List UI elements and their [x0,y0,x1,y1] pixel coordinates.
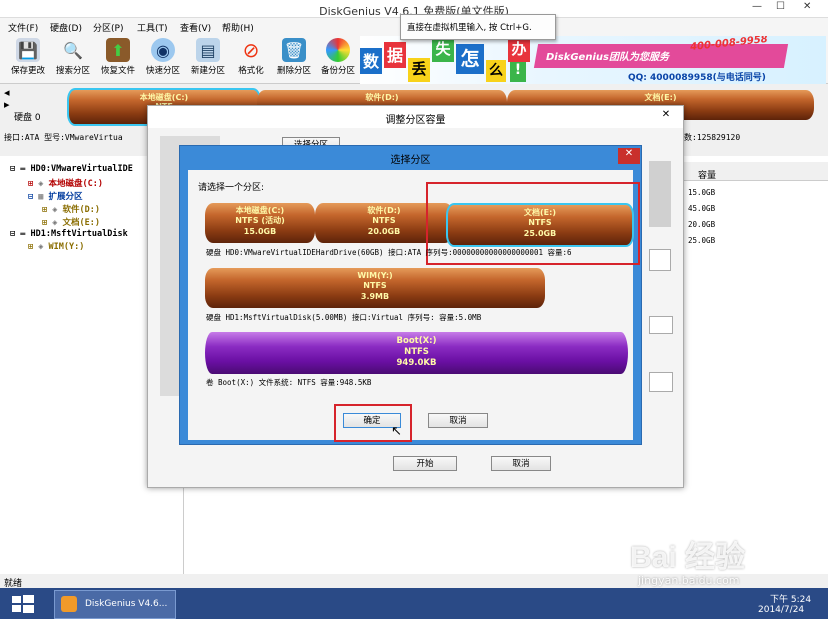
partition-table-panel: 容量 15.0GB 45.0GB 20.0GB 25.0GB [684,156,828,456]
select-dialog-title: 选择分区 [390,155,431,166]
menu-tools[interactable]: 工具(T) [137,21,168,34]
partition-y-option[interactable]: WIM(Y:) NTFS 3.9MB [205,268,545,308]
disc-icon: ◉ [151,38,175,62]
minimize-button[interactable]: — [752,1,762,12]
select-partition-dialog: 选择分区 ✕ 请选择一个分区: 本地磁盘(C:) NTFS (活动) 15.0G… [179,145,642,445]
recover-files-button[interactable]: ⬆ 恢复文件 [96,38,140,76]
disk-label: 硬盘 0 [14,113,41,123]
capacity-cell: 15.0GB [688,188,716,197]
close-button[interactable]: ✕ [803,1,811,12]
new-partition-button[interactable]: ▤ 新建分区 [186,38,230,76]
backup-partition-button[interactable]: 备份分区 [316,38,360,76]
search-partition-button[interactable]: 🔍 搜索分区 [51,38,95,77]
outer-cancel-button[interactable]: 取消 [491,456,551,471]
capacity-cell: 25.0GB [688,236,716,245]
maximize-button[interactable]: ☐ [776,1,785,12]
menu-view[interactable]: 查看(V) [180,21,211,34]
start-button[interactable]: 开始 [393,456,457,471]
tree-item-hd0[interactable]: ⊟ ▬ HD0:VMwareVirtualIDE [10,164,133,174]
delete-partition-button[interactable]: 🗑 删除分区 [272,38,316,76]
capacity-header: 容量 [698,171,717,181]
volume-info: 卷 Boot(X:) 文件系统: NTFS 容量:948.5KB [206,378,372,387]
start-windows-icon[interactable] [8,593,36,615]
tree-item-y[interactable]: ⊞ ◈ WIM(Y:) [28,242,84,252]
format-button[interactable]: ⊘ 格式化 [229,38,273,76]
tree-item-hd1[interactable]: ⊟ ▬ HD1:MsftVirtualDisk [10,229,128,239]
side-select[interactable] [649,316,673,334]
taskbar: DiskGenius V4.6... 下午 5:24 2014/7/24 [0,588,828,619]
clock-time: 下午 5:24 [770,595,812,605]
resize-dialog-title: 调整分区容量 [148,106,683,128]
capacity-cell: 45.0GB [688,204,716,213]
menu-file[interactable]: 文件(F) [8,21,38,34]
capacity-cell: 20.0GB [688,220,716,229]
search-icon: 🔍 [63,40,83,60]
side-input[interactable] [649,249,671,271]
menu-help[interactable]: 帮助(H) [222,21,254,34]
tree-item-e[interactable]: ⊞ ◈ 文档(E:) [42,216,100,228]
side-field[interactable] [649,372,673,392]
next-disk-arrow[interactable]: ▸ [4,98,10,111]
tree-item-extended[interactable]: ⊟ ▦ 扩展分区 [28,190,83,202]
menu-partition[interactable]: 分区(P) [93,21,123,34]
save-changes-button[interactable]: 💾 保存更改 [6,38,50,76]
tree-item-d[interactable]: ⊞ ◈ 软件(D:) [42,203,100,215]
select-dialog-body: 请选择一个分区: 本地磁盘(C:) NTFS (活动) 15.0GB 软件(D:… [188,170,640,442]
select-prompt: 请选择一个分区: [198,183,265,193]
mouse-cursor-icon: ↖ [391,424,402,439]
volume-boot-option[interactable]: Boot(X:) NTFS 949.0KB [205,332,628,374]
trash-icon: 🗑 [282,38,306,62]
taskbar-app-button[interactable]: DiskGenius V4.6... [54,590,176,619]
format-icon: ⊘ [242,38,260,62]
backup-icon [326,38,350,62]
tree-item-c[interactable]: ⊞ ◈ 本地磁盘(C:) [28,177,103,189]
select-dialog-close-button[interactable]: ✕ [618,148,640,164]
resize-dialog-close-button[interactable]: ✕ [655,109,677,125]
save-icon: 💾 [16,38,40,62]
disk-sectors-info: 数:125829120 [684,133,741,142]
tooltip: 直接在虚拟机里输入, 按 Ctrl+G. [400,14,556,40]
disk0-info: 硬盘 HD0:VMwareVirtualIDEHardDrive(60GB) 接… [206,248,572,257]
inner-cancel-button[interactable]: 取消 [428,413,488,428]
disk1-info: 硬盘 HD1:MsftVirtualDisk(5.00MB) 接口:Virtua… [206,313,482,322]
partition-c-option[interactable]: 本地磁盘(C:) NTFS (活动) 15.0GB [205,203,315,243]
diskgenius-icon [61,596,77,612]
new-disk-icon: ▤ [196,38,220,62]
quick-partition-button[interactable]: ◉ 快速分区 [141,38,185,76]
clock-date: 2014/7/24 [758,605,805,615]
ad-banner[interactable]: 数 据 丢 失 怎 么 办 ! DiskGenius团队为您服务 400-008… [360,36,826,84]
menu-disk[interactable]: 硬盘(D) [50,21,82,34]
disk-interface-info: 接口:ATA 型号:VMwareVirtua [4,133,123,142]
baidu-watermark: Bai 经验 jingyan.baidu.com [630,541,746,587]
recover-icon: ⬆ [106,38,130,62]
